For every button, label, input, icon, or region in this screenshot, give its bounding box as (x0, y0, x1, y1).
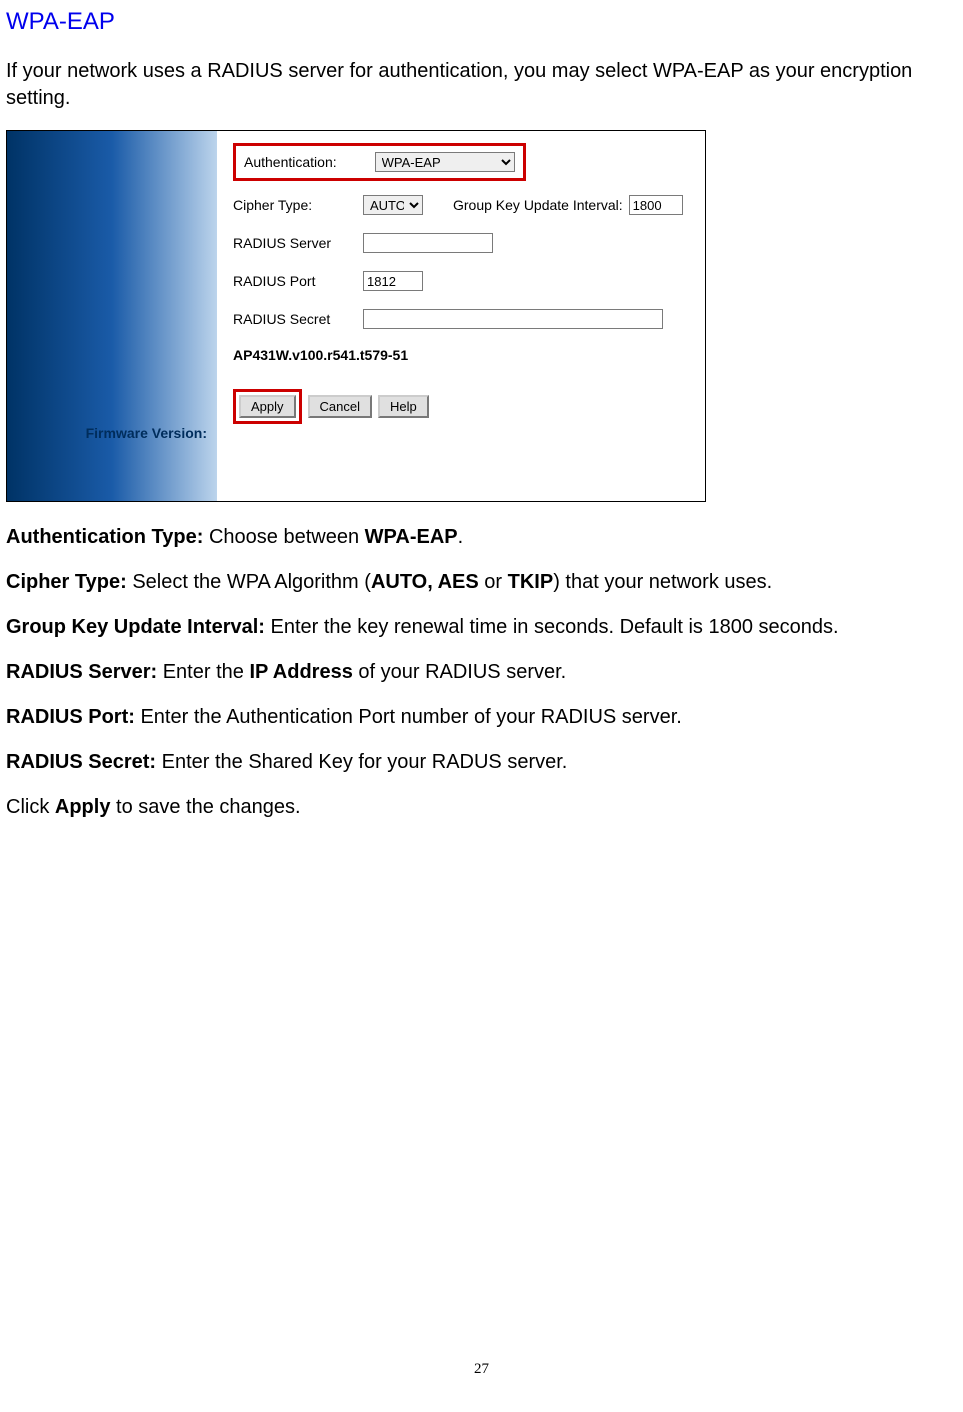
form-panel: Authentication: WPA-EAP Cipher Type: AUT… (217, 131, 705, 501)
page-number: 27 (6, 1361, 957, 1378)
radius-port-desc: RADIUS Port: Enter the Authentication Po… (6, 704, 957, 731)
radius-secret-label: RADIUS Secret (233, 311, 363, 327)
group-key-update-interval-label: Group Key Update Interval: (453, 197, 623, 213)
firmware-version-value: AP431W.v100.r541.t579-51 (233, 347, 408, 363)
radius-port-input[interactable] (363, 271, 423, 291)
cipher-type-desc: Cipher Type: Select the WPA Algorithm (A… (6, 569, 957, 596)
radius-server-row: RADIUS Server (233, 233, 689, 253)
group-key-update-interval-input[interactable] (629, 195, 683, 215)
cipher-type-label: Cipher Type: (233, 197, 363, 213)
help-button[interactable]: Help (378, 395, 429, 418)
config-screenshot: Firmware Version: Authentication: WPA-EA… (6, 130, 957, 502)
authentication-select[interactable]: WPA-EAP (375, 152, 515, 172)
cancel-button[interactable]: Cancel (308, 395, 372, 418)
radius-server-desc: RADIUS Server: Enter the IP Address of y… (6, 659, 957, 686)
cipher-type-select[interactable]: AUTO (363, 195, 423, 215)
authentication-row-highlighted: Authentication: WPA-EAP (233, 143, 526, 181)
radius-port-row: RADIUS Port (233, 271, 689, 291)
cipher-row: Cipher Type: AUTO Group Key Update Inter… (233, 195, 689, 215)
radius-server-label: RADIUS Server (233, 235, 363, 251)
radius-port-label: RADIUS Port (233, 273, 363, 289)
firmware-version-label: Firmware Version: (86, 425, 207, 441)
radius-server-input[interactable] (363, 233, 493, 253)
sidebar-gradient: Firmware Version: (7, 131, 217, 501)
intro-paragraph: If your network uses a RADIUS server for… (6, 58, 957, 112)
radius-secret-desc: RADIUS Secret: Enter the Shared Key for … (6, 749, 957, 776)
section-heading: WPA-EAP (6, 8, 957, 36)
radius-secret-input[interactable] (363, 309, 663, 329)
authentication-label: Authentication: (244, 154, 337, 170)
apply-button[interactable]: Apply (239, 395, 296, 418)
radius-secret-row: RADIUS Secret (233, 309, 689, 329)
button-row: Apply Cancel Help (233, 389, 689, 424)
firmware-version-row: AP431W.v100.r541.t579-51 (233, 347, 689, 363)
authentication-type-desc: Authentication Type: Choose between WPA-… (6, 524, 957, 551)
click-apply-desc: Click Apply to save the changes. (6, 794, 957, 821)
apply-button-highlight: Apply (233, 389, 302, 424)
group-key-update-interval-desc: Group Key Update Interval: Enter the key… (6, 614, 957, 641)
